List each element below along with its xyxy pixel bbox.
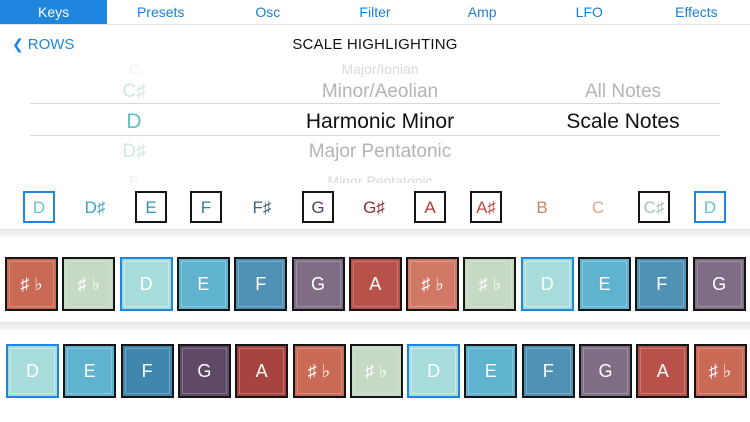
picker-key: D [126,110,142,133]
note-key[interactable]: E [63,344,117,398]
nav-bar: ❮ ROWS SCALE HIGHLIGHTING [0,30,750,60]
key-select-8[interactable]: A [414,191,446,223]
note-label: E [197,273,210,294]
note-label: E [83,360,96,381]
picker-key: E [129,173,139,183]
key-select-11[interactable]: C [582,191,614,223]
note-key[interactable]: D [6,344,59,398]
note-label: F [255,273,267,294]
note-key[interactable]: E [464,344,518,398]
key-select-2[interactable]: D♯ [79,191,111,223]
key-select-9[interactable]: A♯ [470,191,502,223]
note-key[interactable]: F [234,257,288,311]
key-select-4[interactable]: F [190,191,222,223]
note-label: A [656,360,669,381]
keyboard-row-2: D E F G A ♯ ♭ ♯ ♭ D E F G A ♯ ♭ [0,344,750,400]
tab-amp[interactable]: Amp [429,0,536,24]
note-key[interactable]: ♯ ♭ [693,344,747,398]
note-label: G [310,273,325,294]
key-select-5[interactable]: F♯ [246,191,278,223]
note-key[interactable]: F [635,257,689,311]
note-label: ♯ ♭ [307,360,331,381]
keyboard-row-1: ♯ ♭ ♯ ♭ D E F G A ♯ ♭ ♯ ♭ D E F G [0,257,750,313]
note-key[interactable]: G [177,344,231,398]
note-label: D [427,360,441,381]
picker-selection-line [30,103,720,104]
picker-scale: Major Pentatonic [308,141,452,162]
note-key[interactable]: ♯ ♭ [62,257,116,311]
page-title: SCALE HIGHLIGHTING [292,36,458,53]
note-label: A [369,273,382,294]
note-label: E [598,273,611,294]
note-label: D [26,360,39,381]
note-label: F [141,360,153,381]
tab-osc[interactable]: Osc [214,0,321,24]
tab-presets[interactable]: Presets [107,0,214,24]
note-label: ♯ ♭ [421,273,444,294]
note-key[interactable]: G [692,257,746,311]
key-select-6[interactable]: G [302,191,334,223]
note-key[interactable]: D [520,257,574,311]
note-key[interactable]: D [119,257,173,311]
note-label: ♯ ♭ [20,273,43,294]
key-select-13[interactable]: D [694,191,726,223]
note-label: G [712,273,727,294]
synth-app: Keys Presets Osc Filter Amp LFO Effects ❮ ROWS… [0,0,750,422]
key-select-1[interactable]: D [23,191,55,223]
note-key[interactable]: A [636,344,690,398]
note-label: A [255,360,268,381]
key-selector-row: D D♯ E F F♯ G G♯ A A♯ B C C♯ D [0,189,750,225]
note-label: ♯ ♭ [708,360,732,381]
note-label: F [542,360,554,381]
key-select-3[interactable]: E [135,191,167,223]
divider [0,229,750,237]
note-key[interactable]: ♯ ♭ [349,344,403,398]
note-key[interactable]: A [235,344,289,398]
note-label: ♯ ♭ [77,273,101,294]
note-label: ♯ ♭ [478,273,502,294]
key-select-10[interactable]: B [526,191,558,223]
picker-row[interactable]: D Harmonic Minor Scale Notes [0,107,750,137]
picker-row[interactable]: D♯ Major Pentatonic [0,137,750,167]
note-key[interactable]: ♯ ♭ [463,257,517,311]
note-key[interactable]: ♯ ♭ [292,344,346,398]
note-key[interactable]: ♯ ♭ [5,257,58,311]
picker-mode: Scale Notes [566,110,680,133]
picker-scale: Minor Pentatonic [327,173,433,183]
note-label: D [540,273,554,294]
picker-key: D♯ [122,141,146,162]
scale-picker[interactable]: C Major/Ionian C♯ Minor/Aeolian All Notes D Ha… [0,58,750,183]
note-label: D [139,273,153,294]
note-key[interactable]: F [521,344,575,398]
note-key[interactable]: ♯ ♭ [406,257,460,311]
divider [0,322,750,330]
note-label: G [197,360,212,381]
note-key[interactable]: F [120,344,174,398]
note-key[interactable]: E [578,257,631,311]
tab-filter[interactable]: Filter [321,0,428,24]
note-label: G [598,360,613,381]
picker-row[interactable]: E Minor Pentatonic [0,166,750,183]
note-label: F [656,273,668,294]
note-label: E [484,360,497,381]
key-select-12[interactable]: C♯ [638,191,670,223]
note-key[interactable]: E [176,257,230,311]
note-key[interactable]: G [291,257,345,311]
picker-scale: Harmonic Minor [305,110,455,133]
tab-bar: Keys Presets Osc Filter Amp LFO Effects [0,0,750,25]
picker-selection-line [30,135,720,136]
key-select-7[interactable]: G♯ [358,191,390,223]
note-key[interactable]: G [579,344,632,398]
note-key[interactable]: A [348,257,402,311]
note-label: ♯ ♭ [365,360,388,381]
tab-effects[interactable]: Effects [643,0,750,24]
note-key[interactable]: D [407,344,461,398]
tab-lfo[interactable]: LFO [536,0,643,24]
tab-keys[interactable]: Keys [0,0,108,24]
